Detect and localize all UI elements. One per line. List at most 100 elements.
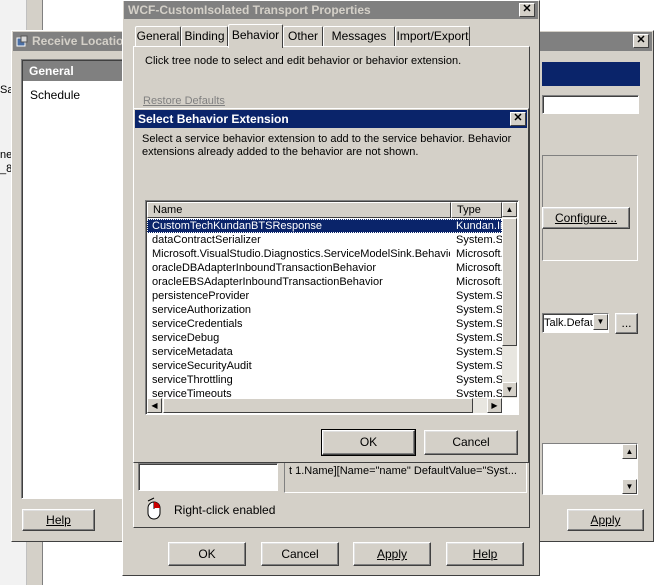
- row-name: oracleEBSAdapterInboundTransactionBehavi…: [152, 276, 383, 288]
- row-type: System.Se: [456, 332, 502, 344]
- table-row[interactable]: serviceAuthorization System.Se: [147, 303, 502, 317]
- table-row[interactable]: dataContractSerializer System.Se: [147, 233, 502, 247]
- apply-button[interactable]: Apply: [353, 542, 431, 566]
- list-header: Name Type: [147, 202, 502, 218]
- column-header-name[interactable]: Name: [147, 202, 451, 218]
- close-icon[interactable]: ✕: [519, 3, 535, 17]
- restore-defaults-link[interactable]: Restore Defaults: [143, 95, 225, 107]
- row-name: dataContractSerializer: [152, 234, 261, 246]
- scroll-right-icon[interactable]: ▶: [487, 398, 502, 413]
- row-name: serviceSecurityAudit: [152, 360, 252, 372]
- table-row[interactable]: serviceTimeouts System.Se: [147, 387, 502, 397]
- mouse-svg: [147, 497, 161, 520]
- tab-messages[interactable]: Messages: [323, 26, 395, 46]
- receive-location-nav: General Schedule: [21, 59, 133, 499]
- table-row[interactable]: serviceSecurityAudit System.Se: [147, 359, 502, 373]
- row-name: serviceDebug: [152, 332, 220, 344]
- table-row[interactable]: oracleEBSAdapterInboundTransactionBehavi…: [147, 275, 502, 289]
- cancel-button[interactable]: Cancel: [261, 542, 339, 566]
- receive-location-title: Receive Location: [32, 34, 131, 48]
- table-row[interactable]: CustomTechKundanBTSResponse Kundan.In: [147, 219, 502, 233]
- row-type: System.Se: [456, 234, 502, 246]
- table-row[interactable]: serviceDebug System.Se: [147, 331, 502, 345]
- scroll-down-icon[interactable]: ▼: [502, 382, 517, 397]
- vertical-scrollbar[interactable]: ▲ ▼: [502, 202, 517, 398]
- row-type: System.Se: [456, 360, 502, 372]
- table-row[interactable]: serviceCredentials System.Se: [147, 317, 502, 331]
- handler-value: Talk.Defau: [544, 317, 596, 329]
- tab-behavior[interactable]: Behavior: [228, 24, 283, 48]
- help-button[interactable]: Help: [446, 542, 524, 566]
- row-type: System.Se: [456, 388, 502, 397]
- tab-binding[interactable]: Binding: [181, 26, 228, 46]
- scroll-down-icon[interactable]: ▼: [622, 479, 637, 494]
- mouse-icon: [143, 497, 165, 521]
- receive-location-icon: [16, 35, 29, 48]
- horizontal-scrollbar[interactable]: ◀ ▶: [147, 398, 502, 413]
- property-value: t 1.Name][Name="name" DefaultValue="Syst…: [289, 465, 517, 477]
- receive-location-app-icon: [16, 35, 28, 47]
- row-name: CustomTechKundanBTSResponse: [152, 220, 322, 232]
- row-name: serviceCredentials: [152, 318, 243, 330]
- column-header-type[interactable]: Type: [451, 202, 502, 218]
- chevron-down-icon[interactable]: ▼: [593, 314, 608, 330]
- table-row[interactable]: serviceThrottling System.Se: [147, 373, 502, 387]
- select-extension-dialog: Select Behavior Extension ✕ Select a ser…: [133, 108, 529, 463]
- row-name: serviceTimeouts: [152, 388, 232, 397]
- row-type: Microsoft.: [456, 248, 502, 260]
- help-button-label: Help: [46, 513, 71, 527]
- nav-header-general[interactable]: General: [23, 61, 131, 81]
- table-row[interactable]: oracleDBAdapterInboundTransactionBehavio…: [147, 261, 502, 275]
- configure-label: Configure...: [554, 211, 618, 225]
- apply-button-label: Apply: [590, 513, 621, 527]
- row-type: Kundan.In: [456, 220, 502, 232]
- tab-import-export[interactable]: Import/Export: [395, 26, 470, 46]
- scroll-up-icon[interactable]: ▲: [622, 444, 637, 459]
- right-close-icon[interactable]: ✕: [633, 34, 649, 48]
- table-row[interactable]: Microsoft.VisualStudio.Diagnostics.Servi…: [147, 247, 502, 261]
- select-title: Select Behavior Extension: [138, 112, 289, 126]
- row-name: Microsoft.VisualStudio.Diagnostics.Servi…: [152, 248, 450, 260]
- nav-item-schedule[interactable]: Schedule: [30, 88, 80, 102]
- row-type: System.Se: [456, 346, 502, 358]
- row-name: oracleDBAdapterInboundTransactionBehavio…: [152, 262, 377, 274]
- tab-general[interactable]: General: [135, 26, 181, 46]
- extension-list[interactable]: Name Type CustomTechKundanBTSResponse Kun…: [145, 200, 519, 415]
- list-rows: CustomTechKundanBTSResponse Kundan.In data…: [147, 219, 502, 397]
- right-name-field[interactable]: [542, 95, 639, 114]
- scroll-left-icon[interactable]: ◀: [147, 398, 162, 413]
- select-close-icon[interactable]: ✕: [510, 112, 526, 126]
- row-name: persistenceProvider: [152, 290, 250, 302]
- ok-button[interactable]: OK: [168, 542, 246, 566]
- row-type: System.Se: [456, 374, 502, 386]
- apply-label: Apply: [376, 547, 408, 561]
- help-button-receive[interactable]: Help: [22, 509, 95, 531]
- table-row[interactable]: serviceMetadata System.Se: [147, 345, 502, 359]
- behavior-tree-view[interactable]: [138, 463, 278, 491]
- right-click-label: Right-click enabled: [174, 503, 276, 517]
- wcf-title: WCF-CustomIsolated Transport Properties: [128, 3, 371, 17]
- behavior-instruction: Click tree node to select and edit behav…: [145, 55, 462, 67]
- handler-dropdown[interactable]: Talk.Defau ▼: [542, 313, 609, 333]
- table-row[interactable]: persistenceProvider System.Se: [147, 289, 502, 303]
- browse-button[interactable]: ...: [615, 313, 638, 334]
- select-cancel-button[interactable]: Cancel: [424, 430, 518, 455]
- row-name: serviceAuthorization: [152, 304, 252, 316]
- select-description: Select a service behavior extension to a…: [142, 133, 512, 158]
- row-type: System.Se: [456, 304, 502, 316]
- help-label: Help: [472, 547, 498, 561]
- right-header-bar: [542, 62, 640, 86]
- row-type: System.Se: [456, 290, 502, 302]
- scroll-up-icon[interactable]: ▲: [502, 202, 517, 217]
- row-name: serviceThrottling: [152, 374, 233, 386]
- h-scroll-thumb[interactable]: [163, 398, 473, 413]
- row-type: Microsoft.: [456, 262, 502, 274]
- configure-button[interactable]: Configure...: [542, 207, 630, 229]
- scroll-thumb[interactable]: [502, 218, 517, 346]
- tab-other[interactable]: Other: [283, 26, 323, 46]
- apply-button-receive[interactable]: Apply: [567, 509, 644, 531]
- row-type: Microsoft.: [456, 276, 502, 288]
- select-ok-button[interactable]: OK: [321, 429, 416, 456]
- row-name: serviceMetadata: [152, 346, 233, 358]
- right-textbox[interactable]: ▲ ▼: [542, 443, 638, 495]
